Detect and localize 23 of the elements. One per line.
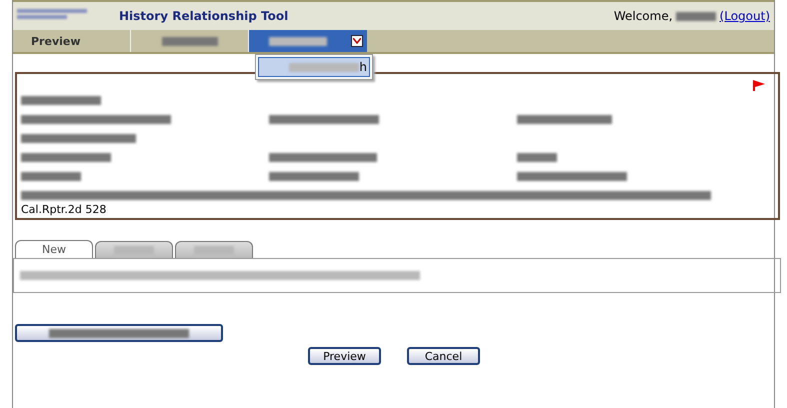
tab[interactable] [175, 241, 253, 258]
tab[interactable] [95, 241, 173, 258]
blurred-text [676, 12, 716, 20]
blurred-text [269, 36, 327, 46]
nav-tab[interactable]: Preview [13, 30, 131, 52]
citation-text: Cal.Rptr.2d 528 [21, 203, 108, 216]
welcome-text: Welcome, [614, 9, 673, 23]
edit-button[interactable] [15, 324, 223, 342]
form-button[interactable]: Cancel [407, 347, 480, 365]
dropdown-icon[interactable] [351, 35, 363, 47]
form-button[interactable]: Preview [308, 347, 381, 365]
flag-icon [752, 79, 766, 91]
blurred-text [517, 153, 557, 162]
menu-item[interactable]: h [258, 57, 370, 77]
blurred-text [162, 36, 218, 46]
blurred-text [194, 246, 234, 254]
nav-dropdown[interactable] [249, 30, 367, 52]
logout-link[interactable]: (Logout) [720, 9, 770, 23]
blurred-text [21, 172, 81, 182]
app-title: History Relationship Tool [119, 9, 288, 23]
blurred-text [289, 62, 360, 72]
tab[interactable]: New [15, 240, 93, 258]
blurred-text [114, 246, 154, 254]
